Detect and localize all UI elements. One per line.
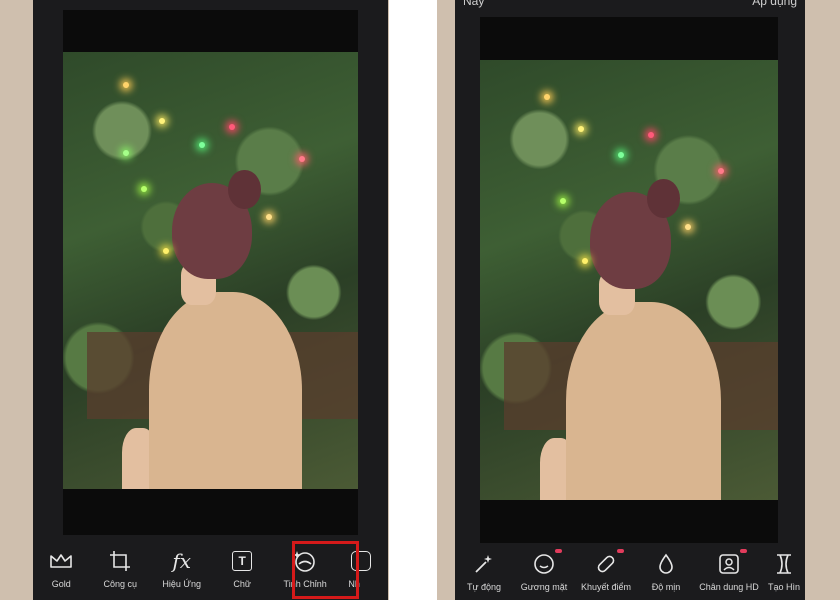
sparkle-effect <box>229 124 235 130</box>
face-icon <box>531 551 557 577</box>
portrait-hd-icon <box>716 551 742 577</box>
tool-chan-dung-hd[interactable]: Chân dung HD <box>695 543 763 592</box>
text-icon: T <box>229 548 255 574</box>
new-badge <box>740 549 747 553</box>
edited-photo <box>480 60 778 500</box>
photo-canvas <box>63 10 358 535</box>
sparkle-effect <box>648 132 654 138</box>
fx-icon: fx <box>172 549 192 573</box>
crop-icon <box>107 548 133 574</box>
left-phone-screen: Gold Công cụ fx Hiệu Ứng T Chữ Tinh Chỉn… <box>33 0 388 600</box>
tool-guong-mat[interactable]: Gương mặt <box>513 543 575 592</box>
sparkle-effect <box>163 248 169 254</box>
right-phone-screen: Tự động Gương mặt Khuyết điểm Độ mịn Châ… <box>455 0 805 600</box>
person-hair-bun <box>228 169 261 210</box>
drop-icon <box>653 551 679 577</box>
sparkle-effect <box>544 94 550 100</box>
magic-wand-icon <box>471 551 497 577</box>
person-shirt <box>148 292 302 489</box>
crown-icon <box>48 548 74 574</box>
new-badge <box>617 549 624 553</box>
sparkle-effect <box>141 186 147 192</box>
tool-do-min[interactable]: Độ mịn <box>637 543 695 592</box>
sparkle-effect <box>266 214 272 220</box>
person-shirt <box>566 302 722 500</box>
sparkle-effect <box>578 126 584 132</box>
tool-tu-dong[interactable]: Tự động <box>455 543 513 592</box>
tool-tao-hinh[interactable]: Tạo Hìn <box>763 543 805 592</box>
apply-button[interactable]: Áp dụng <box>752 0 797 8</box>
sparkle-effect <box>299 156 305 162</box>
sparkle-effect <box>582 258 588 264</box>
sparkle-effect <box>159 118 165 124</box>
tool-khuyet-diem[interactable]: Khuyết điểm <box>575 543 637 592</box>
tool-chu[interactable]: T Chữ <box>212 540 271 589</box>
sparkle-effect <box>123 150 129 156</box>
top-bar-left-text[interactable]: Nay <box>463 0 484 8</box>
sparkle-effect <box>618 152 624 158</box>
sparkle-effect <box>560 198 566 204</box>
tinh-chinh-highlight <box>292 541 359 599</box>
sparkle-effect <box>123 82 129 88</box>
sparkle-effect <box>199 142 205 148</box>
person-hair-bun <box>646 178 680 219</box>
edited-photo <box>63 52 358 489</box>
tool-cong-cu[interactable]: Công cụ <box>90 540 151 589</box>
sparkle-effect <box>718 168 724 174</box>
right-top-bar: Nay Áp dụng <box>455 0 805 16</box>
body-shape-icon <box>771 551 797 577</box>
new-badge <box>555 549 562 553</box>
separator-bar <box>411 0 437 600</box>
tool-hieu-ung[interactable]: fx Hiệu Ứng <box>151 540 212 589</box>
bandage-icon <box>593 551 619 577</box>
photo-canvas <box>480 17 778 543</box>
sparkle-effect <box>685 224 691 230</box>
tool-gold[interactable]: Gold <box>33 540 90 589</box>
retouch-toolbar: Tự động Gương mặt Khuyết điểm Độ mịn Châ… <box>455 543 805 600</box>
